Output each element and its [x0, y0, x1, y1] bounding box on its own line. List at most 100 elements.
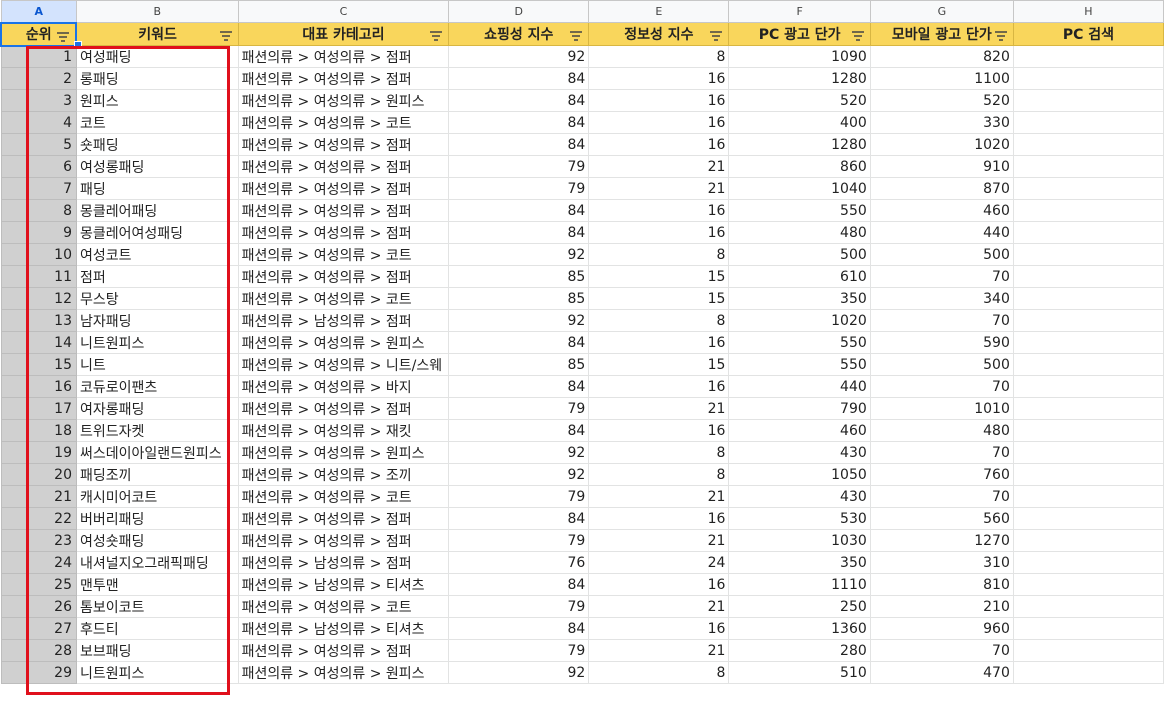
pc-search-cell[interactable]	[1012, 463, 1164, 486]
pc-ad-price-cell[interactable]: 550	[728, 199, 871, 222]
filter-icon[interactable]	[851, 29, 864, 41]
keyword-cell[interactable]: 롱패딩	[75, 67, 239, 90]
rank-cell[interactable]: 13	[0, 309, 77, 332]
filter-icon[interactable]	[994, 29, 1007, 41]
category-cell[interactable]: 패션의류 > 남성의류 > 점퍼	[237, 551, 450, 574]
pc-ad-price-cell[interactable]: 440	[728, 375, 871, 398]
shopping-index-cell[interactable]: 84	[448, 221, 590, 244]
category-cell[interactable]: 패션의류 > 여성의류 > 코트	[237, 287, 450, 310]
column-letter-d[interactable]: D	[448, 0, 590, 23]
category-cell[interactable]: 패션의류 > 여성의류 > 점퍼	[237, 133, 450, 156]
mobile-ad-price-cell[interactable]: 70	[869, 265, 1014, 288]
category-cell[interactable]: 패션의류 > 여성의류 > 재킷	[237, 419, 450, 442]
pc-search-cell[interactable]	[1012, 595, 1164, 618]
rank-cell[interactable]: 5	[0, 133, 77, 156]
keyword-cell[interactable]: 패딩	[75, 177, 239, 200]
mobile-ad-price-cell[interactable]: 210	[869, 595, 1014, 618]
pc-ad-price-cell[interactable]: 550	[728, 353, 871, 376]
mobile-ad-price-cell[interactable]: 760	[869, 463, 1014, 486]
category-cell[interactable]: 패션의류 > 여성의류 > 점퍼	[237, 221, 450, 244]
pc-search-cell[interactable]	[1012, 45, 1164, 68]
info-index-cell[interactable]: 16	[588, 573, 730, 596]
shopping-index-cell[interactable]: 79	[448, 595, 590, 618]
shopping-index-cell[interactable]: 84	[448, 67, 590, 90]
shopping-index-cell[interactable]: 85	[448, 287, 590, 310]
spreadsheet-grid[interactable]: ABCDEFGH 순위 키워드 대표 카테고리 쇼핑성 지수 정보성 지수 PC 광고 단…	[0, 0, 1164, 702]
mobile-ad-price-cell[interactable]: 1270	[869, 529, 1014, 552]
column-letter-e[interactable]: E	[588, 0, 730, 23]
pc-ad-price-cell[interactable]: 1360	[728, 617, 871, 640]
shopping-index-cell[interactable]: 92	[448, 309, 590, 332]
keyword-cell[interactable]: 여자롱패딩	[75, 397, 239, 420]
shopping-index-cell[interactable]: 92	[448, 661, 590, 684]
pc-ad-price-cell[interactable]: 1030	[728, 529, 871, 552]
pc-ad-price-cell[interactable]: 250	[728, 595, 871, 618]
pc-search-cell[interactable]	[1012, 331, 1164, 354]
category-cell[interactable]: 패션의류 > 여성의류 > 점퍼	[237, 529, 450, 552]
category-cell[interactable]: 패션의류 > 여성의류 > 점퍼	[237, 67, 450, 90]
mobile-ad-price-cell[interactable]: 910	[869, 155, 1014, 178]
rank-cell[interactable]: 8	[0, 199, 77, 222]
mobile-ad-price-cell[interactable]: 70	[869, 441, 1014, 464]
header-cell-6[interactable]: 모바일 광고 단가	[869, 22, 1014, 46]
pc-search-cell[interactable]	[1012, 617, 1164, 640]
category-cell[interactable]: 패션의류 > 남성의류 > 점퍼	[237, 309, 450, 332]
rank-cell[interactable]: 19	[0, 441, 77, 464]
column-letter-a[interactable]: A	[0, 0, 77, 23]
info-index-cell[interactable]: 21	[588, 155, 730, 178]
column-letter-f[interactable]: F	[728, 0, 871, 23]
info-index-cell[interactable]: 16	[588, 89, 730, 112]
rank-cell[interactable]: 7	[0, 177, 77, 200]
pc-ad-price-cell[interactable]: 1280	[728, 133, 871, 156]
keyword-cell[interactable]: 여성코트	[75, 243, 239, 266]
category-cell[interactable]: 패션의류 > 여성의류 > 코트	[237, 485, 450, 508]
pc-ad-price-cell[interactable]: 350	[728, 551, 871, 574]
mobile-ad-price-cell[interactable]: 810	[869, 573, 1014, 596]
shopping-index-cell[interactable]: 85	[448, 265, 590, 288]
pc-search-cell[interactable]	[1012, 507, 1164, 530]
keyword-cell[interactable]: 점퍼	[75, 265, 239, 288]
pc-search-cell[interactable]	[1012, 133, 1164, 156]
keyword-cell[interactable]: 여성롱패딩	[75, 155, 239, 178]
mobile-ad-price-cell[interactable]: 520	[869, 89, 1014, 112]
rank-cell[interactable]: 2	[0, 67, 77, 90]
mobile-ad-price-cell[interactable]: 470	[869, 661, 1014, 684]
keyword-cell[interactable]: 버버리패딩	[75, 507, 239, 530]
rank-cell[interactable]: 14	[0, 331, 77, 354]
keyword-cell[interactable]: 써스데이아일랜드원피스	[75, 441, 239, 464]
rank-cell[interactable]: 1	[0, 45, 77, 68]
pc-ad-price-cell[interactable]: 610	[728, 265, 871, 288]
pc-ad-price-cell[interactable]: 860	[728, 155, 871, 178]
header-cell-1[interactable]: 키워드	[75, 22, 239, 46]
info-index-cell[interactable]: 16	[588, 111, 730, 134]
mobile-ad-price-cell[interactable]: 70	[869, 639, 1014, 662]
shopping-index-cell[interactable]: 84	[448, 573, 590, 596]
category-cell[interactable]: 패션의류 > 여성의류 > 조끼	[237, 463, 450, 486]
pc-ad-price-cell[interactable]: 520	[728, 89, 871, 112]
category-cell[interactable]: 패션의류 > 여성의류 > 점퍼	[237, 177, 450, 200]
header-cell-7[interactable]: PC 검색	[1012, 22, 1164, 46]
pc-ad-price-cell[interactable]: 480	[728, 221, 871, 244]
rank-cell[interactable]: 21	[0, 485, 77, 508]
header-cell-2[interactable]: 대표 카테고리	[237, 22, 450, 46]
shopping-index-cell[interactable]: 79	[448, 639, 590, 662]
pc-search-cell[interactable]	[1012, 529, 1164, 552]
rank-cell[interactable]: 26	[0, 595, 77, 618]
filter-icon[interactable]	[219, 29, 232, 41]
pc-ad-price-cell[interactable]: 430	[728, 485, 871, 508]
column-letter-c[interactable]: C	[237, 0, 450, 23]
info-index-cell[interactable]: 21	[588, 529, 730, 552]
pc-ad-price-cell[interactable]: 1110	[728, 573, 871, 596]
category-cell[interactable]: 패션의류 > 여성의류 > 원피스	[237, 89, 450, 112]
shopping-index-cell[interactable]: 76	[448, 551, 590, 574]
info-index-cell[interactable]: 21	[588, 639, 730, 662]
info-index-cell[interactable]: 16	[588, 507, 730, 530]
header-cell-4[interactable]: 정보성 지수	[588, 22, 730, 46]
info-index-cell[interactable]: 8	[588, 661, 730, 684]
info-index-cell[interactable]: 8	[588, 309, 730, 332]
category-cell[interactable]: 패션의류 > 여성의류 > 점퍼	[237, 397, 450, 420]
rank-cell[interactable]: 6	[0, 155, 77, 178]
info-index-cell[interactable]: 16	[588, 67, 730, 90]
shopping-index-cell[interactable]: 84	[448, 331, 590, 354]
mobile-ad-price-cell[interactable]: 330	[869, 111, 1014, 134]
